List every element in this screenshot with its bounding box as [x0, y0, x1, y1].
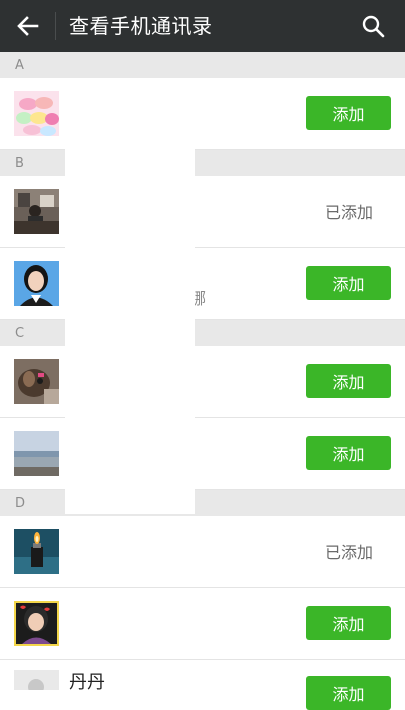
contact-row[interactable]: 添加 [0, 346, 405, 418]
section-header-d: D [0, 490, 405, 516]
section-header-a: A [0, 52, 405, 78]
add-button[interactable]: 添加 [306, 676, 391, 710]
section-letter: A [15, 58, 24, 73]
contact-row[interactable]: 已添加 [0, 516, 405, 588]
add-button[interactable]: 添加 [306, 266, 391, 300]
contact-row[interactable]: 添加 [0, 588, 405, 660]
contact-row[interactable]: 娜 添加 [0, 248, 405, 320]
contact-row[interactable]: 添加 [0, 418, 405, 490]
page-title: 查看手机通讯录 [69, 14, 213, 38]
dog-photo-icon [14, 359, 59, 404]
header-divider [55, 12, 56, 40]
lighter-photo-icon [14, 529, 59, 574]
default-avatar-icon [14, 670, 59, 690]
woman-portrait-photo-icon [14, 261, 59, 306]
seaside-photo-icon [14, 431, 59, 476]
overlay-mask [65, 148, 195, 514]
add-button[interactable]: 添加 [306, 364, 391, 398]
arrow-left-icon [17, 16, 39, 36]
search-button[interactable] [358, 12, 388, 40]
section-letter: C [15, 326, 25, 341]
section-letter: B [15, 156, 24, 171]
contact-name: 丹丹 [69, 672, 105, 693]
added-status: 已添加 [324, 203, 373, 222]
add-button[interactable]: 添加 [306, 436, 391, 470]
add-button[interactable]: 添加 [306, 96, 391, 130]
added-status: 已添加 [324, 543, 373, 562]
search-icon [362, 15, 385, 38]
contact-row[interactable]: 添加 [0, 78, 405, 150]
section-letter: D [15, 496, 26, 511]
back-button[interactable] [12, 12, 44, 40]
section-header-c: C [0, 320, 405, 346]
top-bar: 查看手机通讯录 [0, 0, 405, 52]
girl-cartoon-photo-icon [14, 601, 59, 646]
section-header-b: B [0, 150, 405, 176]
macarons-photo-icon [14, 91, 59, 136]
contact-row[interactable]: 丹丹 添加 [0, 660, 405, 710]
office-desk-photo-icon [14, 189, 59, 234]
contact-row[interactable]: 已添加 [0, 176, 405, 248]
add-button[interactable]: 添加 [306, 606, 391, 640]
